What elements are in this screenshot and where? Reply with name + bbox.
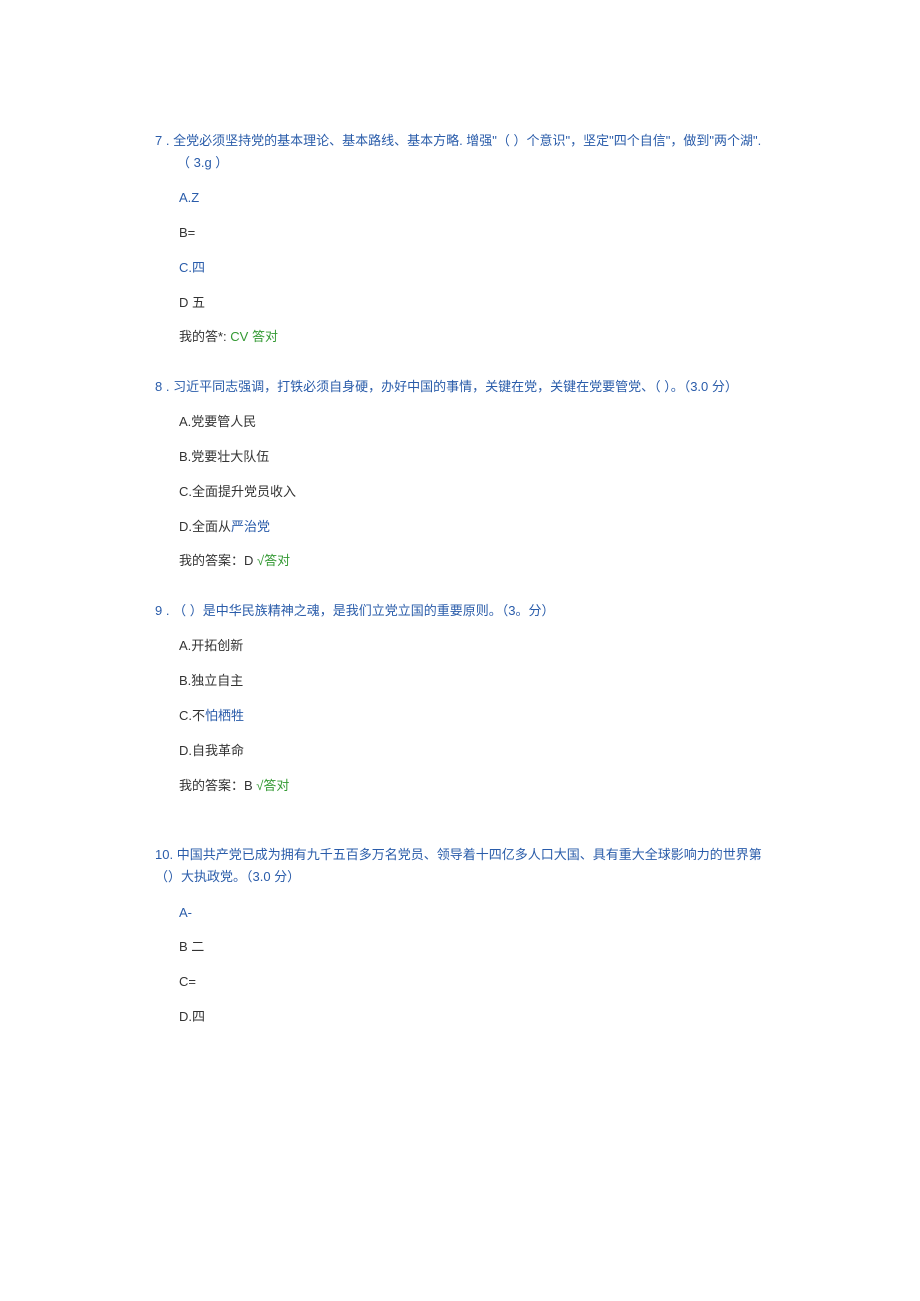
q9-option-a: A.开拓创新 (179, 636, 765, 657)
q8-option-d: D.全面从严治党 (179, 517, 765, 538)
q7-sep: . (162, 133, 173, 148)
q9-option-b: B.独立自主 (179, 671, 765, 692)
q8-answer: 我的答案：D √答对 (155, 551, 765, 572)
q10-option-c: C= (179, 972, 765, 993)
q9-text-blue: 党立国 (385, 603, 424, 618)
q7-text-1: 全党必须坚持党的基本理论、基本路线、基本方略. 增强" (173, 133, 497, 148)
q10-option-a: A- (179, 903, 765, 924)
q9-option-d: D.自我革命 (179, 741, 765, 762)
q7-answer-label: 我的答*: (179, 329, 230, 344)
q9-answer: 我的答案：B √答对 (155, 776, 765, 797)
q9-text-2: 的重要原则。（3。分） (424, 603, 555, 618)
q9-answer-value: √答对 (256, 778, 289, 793)
q9-option-c-blue: 怕栖牲 (205, 708, 244, 723)
q10-option-b: B 二 (179, 937, 765, 958)
q7-options: A.Z B= C.四 D 五 (155, 188, 765, 313)
q8-answer-value: √答对 (257, 553, 290, 568)
question-9: 9 . （ ）是中华民族精神之魂，是我们立党立国的重要原则。（3。分） A.开拓… (155, 600, 765, 796)
q7-points: （ 3.g ） (177, 155, 228, 170)
q9-option-c-prefix: C.不 (179, 708, 205, 723)
q7-option-c: C.四 (179, 258, 765, 279)
q7-answer: 我的答*: CV 答对 (155, 327, 765, 348)
question-7: 7 . 全党必须坚持党的基本理论、基本路线、基本方略. 增强"（ ）个意识"，坚… (155, 130, 765, 348)
q8-options: A.党要管人民 B.党要壮大队伍 C.全面提升党员收入 D.全面从严治党 (155, 412, 765, 537)
q9-header: 9 . （ ）是中华民族精神之魂，是我们立党立国的重要原则。（3。分） (155, 600, 765, 622)
q8-option-d-prefix: D.全面从 (179, 519, 231, 534)
q7-option-b: B= (179, 223, 765, 244)
q8-option-c: C.全面提升党员收入 (179, 482, 765, 503)
q8-option-b: B.党要壮大队伍 (179, 447, 765, 468)
q8-option-a: A.党要管人民 (179, 412, 765, 433)
q9-sep: . (162, 603, 169, 618)
q7-answer-value: CV 答对 (230, 329, 278, 344)
q7-option-d: D 五 (179, 293, 765, 314)
q7-text-2: 个意识"，坚定"四个自信"，做到"两个湖". (527, 133, 762, 148)
q10-options: A- B 二 C= D.四 (155, 903, 765, 1028)
q9-answer-label: 我的答案：B (179, 778, 256, 793)
q9-option-c: C.不怕栖牲 (179, 706, 765, 727)
question-8: 8 . 习近平同志强调，打铁必须自身硬，办好中国的事情，关键在党，关键在党要管党… (155, 376, 765, 572)
spacer (155, 824, 765, 844)
q9-text-1: （ ）是中华民族精神之魂，是我们立 (173, 603, 385, 618)
q8-text: 习近平同志强调，打铁必须自身硬，办好中国的事情，关键在党，关键在党要管党、（ ）… (173, 379, 738, 394)
q8-option-d-blue: 严治党 (231, 519, 270, 534)
q9-options: A.开拓创新 B.独立自主 C.不怕栖牲 D.自我革命 (155, 636, 765, 761)
q8-sep: . (162, 379, 169, 394)
q10-number: 10. (155, 847, 177, 862)
q10-header: 10. 中国共产党已成为拥有九千五百多万名党员、领导着十四亿多人口大国、具有重大… (155, 844, 765, 888)
q10-option-d: D.四 (179, 1007, 765, 1028)
q8-header: 8 . 习近平同志强调，打铁必须自身硬，办好中国的事情，关键在党，关键在党要管党… (155, 376, 765, 398)
q10-text: 中国共产党已成为拥有九千五百多万名党员、领导着十四亿多人口大国、具有重大全球影响… (155, 847, 762, 884)
question-10: 10. 中国共产党已成为拥有九千五百多万名党员、领导着十四亿多人口大国、具有重大… (155, 844, 765, 1027)
q7-option-a: A.Z (179, 188, 765, 209)
q8-answer-label: 我的答案：D (179, 553, 257, 568)
q7-header: 7 . 全党必须坚持党的基本理论、基本路线、基本方略. 增强"（ ）个意识"，坚… (155, 130, 765, 174)
q7-blank: （ ） (497, 133, 527, 148)
